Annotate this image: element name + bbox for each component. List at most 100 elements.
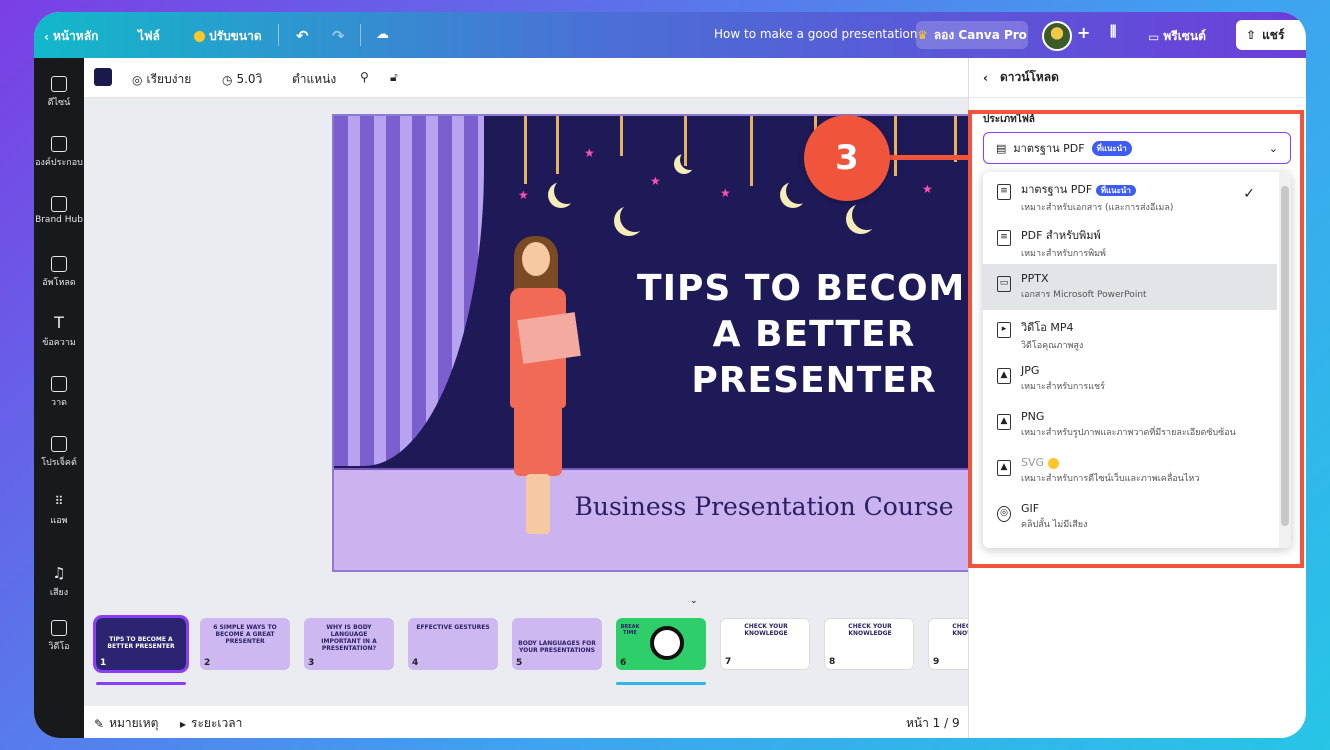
option-title: PPTX (1021, 272, 1049, 285)
gif-icon: ◎ (997, 506, 1011, 522)
undo-icon[interactable]: ↶ (296, 27, 309, 45)
crown-icon (194, 31, 205, 42)
rail-label: แอพ (50, 516, 68, 526)
moon (620, 202, 650, 232)
garland (750, 116, 753, 186)
rail-apps[interactable]: ⠿ แอพ (34, 494, 84, 527)
option-print-pdf[interactable]: ≡ PDF สำหรับพิมพ์ เหมาะสำหรับการพิมพ์ (983, 218, 1277, 264)
color-swatch[interactable] (94, 68, 112, 86)
image-icon: ▲ (997, 368, 1011, 384)
context-toolbar: ◎ เรียบง่าย ◷ 5.0วิ ตำแหน่ง ⚲ 🔓︎ (84, 58, 968, 98)
download-header: ‹ ดาวน์โหลด (969, 58, 1306, 98)
thumbnail-page[interactable]: EFFECTIVE GESTURES 4 (408, 618, 498, 670)
file-type-select[interactable]: ▤ มาตรฐาน PDF ที่แนะนำ ⌄ (983, 132, 1291, 164)
thumbnail-page[interactable]: 6 SIMPLE WAYS TO BECOME A GREAT PRESENTE… (200, 618, 290, 670)
rail-draw[interactable]: วาด (34, 376, 84, 409)
thumbnail-number: 2 (204, 658, 211, 668)
crown-icon: ♛ (917, 28, 928, 42)
rail-projects[interactable]: โปรเจ็คต์ (34, 436, 84, 469)
position-button[interactable]: ตำแหน่ง (292, 70, 336, 89)
dropdown-scrollbar[interactable] (1279, 172, 1291, 548)
home-button[interactable]: ‹ หน้าหลัก (44, 27, 98, 46)
rail-uploads[interactable]: อัพโหลด (34, 256, 84, 289)
notes-button[interactable]: ✎ หมายเหตุ (94, 714, 158, 733)
timer-button[interactable]: ▸ ระยะเวลา (180, 714, 242, 733)
timer-label: ระยะเวลา (191, 716, 243, 730)
selected-indicator (96, 682, 186, 685)
option-jpg[interactable]: ▲ JPG เหมาะสำหรับการแชร์ (983, 356, 1277, 402)
rail-label: Brand Hub (35, 215, 83, 225)
rail-elements[interactable]: องค์ประกอบ (34, 136, 84, 169)
rail-label: องค์ประกอบ (35, 158, 83, 168)
animate-icon: ◎ (132, 72, 143, 87)
divider (360, 24, 361, 46)
option-desc: เหมาะสำหรับการดีไซน์เว็บและภาพเคลื่อนไหว (1021, 474, 1200, 484)
resize-button[interactable]: ปรับขนาด (194, 27, 262, 46)
left-sidebar: ดีไซน์ องค์ประกอบ Brand Hub อัพโหลด T ข้อ… (34, 58, 84, 738)
animate-label: เรียบง่าย (146, 72, 192, 86)
present-icon: ▭ (1148, 29, 1160, 44)
avatar[interactable] (1042, 21, 1072, 51)
rail-label: โปรเจ็คต์ (41, 458, 77, 468)
divider (278, 24, 279, 46)
home-label: หน้าหลัก (52, 29, 99, 43)
slide-title[interactable]: TIPS TO BECOME A BETTER PRESENTER (604, 266, 1024, 404)
thumbnail-page[interactable]: TIPS TO BECOME A BETTER PRESENTER 1 (93, 615, 189, 673)
garland (894, 116, 897, 176)
thumbnail-page[interactable]: BREAK TIME 6 (616, 618, 706, 670)
option-desc: เหมาะสำหรับการแชร์ (1021, 382, 1105, 392)
rail-label: ข้อความ (42, 338, 76, 348)
rail-text[interactable]: T ข้อความ (34, 313, 84, 349)
chevron-down-icon: ⌄ (1268, 141, 1278, 155)
timing-indicator (616, 682, 706, 685)
rail-brand-hub[interactable]: Brand Hub (34, 196, 84, 225)
upload-icon (51, 256, 67, 272)
rail-label: วิดีโอ (48, 642, 70, 652)
thumbnail-title: BODY LANGUAGES FOR YOUR PRESENTATIONS (518, 640, 596, 654)
slide-subtitle[interactable]: Business Presentation Course (544, 492, 984, 521)
chevron-left-icon[interactable]: ‹ (983, 71, 988, 85)
thumbnail-page[interactable]: WHY IS BODY LANGUAGE IMPORTANT IN A PRES… (304, 618, 394, 670)
cloud-save-icon[interactable]: ☁ (376, 27, 389, 42)
add-collaborator-icon[interactable]: + (1077, 23, 1090, 42)
rail-label: วาด (51, 398, 67, 408)
moon (786, 178, 812, 204)
lock-icon[interactable]: 🔓︎ (390, 70, 398, 85)
animate-button[interactable]: ◎ เรียบง่าย (132, 70, 191, 89)
option-standard-pdf[interactable]: ≡ มาตรฐาน PDF ที่แนะนำ เหมาะสำหรับเอกสาร (… (983, 172, 1277, 218)
file-type-selected: มาตรฐาน PDF (1013, 142, 1085, 155)
thumbnail-title: CHECK YOUR KNOWLEDGE (744, 623, 788, 637)
thumbnail-number: 9 (933, 657, 940, 667)
option-mp4[interactable]: ▸ วิดีโอ MP4 วิดีโอคุณภาพสูง (983, 310, 1277, 356)
rail-design[interactable]: ดีไซน์ (34, 76, 84, 109)
option-gif[interactable]: ◎ GIF คลิปสั้น ไม่มีเสียง (983, 494, 1277, 540)
thumbnail-page[interactable]: CHECK YOUR KNOWLEDGE 7 (720, 618, 810, 670)
page-indicator[interactable]: หน้า 1 / 9 (906, 714, 960, 733)
thumbnail-page[interactable]: BODY LANGUAGES FOR YOUR PRESENTATIONS 5 (512, 618, 602, 670)
copy-style-icon[interactable]: ⚲ (360, 70, 369, 84)
moon (554, 178, 580, 204)
option-png[interactable]: ▲ PNG เหมาะสำหรับรูปภาพและภาพวาดที่มีรายละ… (983, 402, 1277, 448)
rail-video[interactable]: วิดีโอ (34, 620, 84, 653)
garland (524, 116, 527, 184)
present-button[interactable]: ▭ พรีเซนต์ (1148, 27, 1206, 46)
document-title[interactable]: How to make a good presentation (714, 27, 917, 41)
rail-audio[interactable]: ♫ เสียง (34, 566, 84, 599)
duration-button[interactable]: ◷ 5.0วิ (222, 70, 262, 89)
chevron-down-icon[interactable]: ⌄ (690, 596, 698, 606)
share-button[interactable]: ⇧ แชร์ (1236, 20, 1306, 50)
rail-label: เสียง (49, 588, 69, 598)
presenter-folder (517, 312, 581, 364)
step-number: 3 (835, 138, 859, 178)
thumbnail-page[interactable]: CHECK YOUR KNOWLEDGE 8 (824, 618, 914, 670)
option-title: PNG (1021, 410, 1045, 423)
option-pptx[interactable]: ▭ PPTX เอกสาร Microsoft PowerPoint (983, 264, 1277, 310)
text-icon: T (54, 313, 64, 332)
option-title: มาตรฐาน PDF (1021, 183, 1093, 196)
file-menu[interactable]: ไฟล์ (138, 27, 160, 46)
try-pro-button[interactable]: ♛ ลอง Canva Pro (916, 21, 1028, 49)
option-svg[interactable]: ▲ SVG เหมาะสำหรับการดีไซน์เว็บและภาพเคลื่… (983, 448, 1277, 494)
redo-icon[interactable]: ↷ (332, 27, 345, 45)
insights-icon[interactable]: ⫼ (1110, 24, 1116, 40)
scrollbar-thumb[interactable] (1281, 186, 1289, 526)
